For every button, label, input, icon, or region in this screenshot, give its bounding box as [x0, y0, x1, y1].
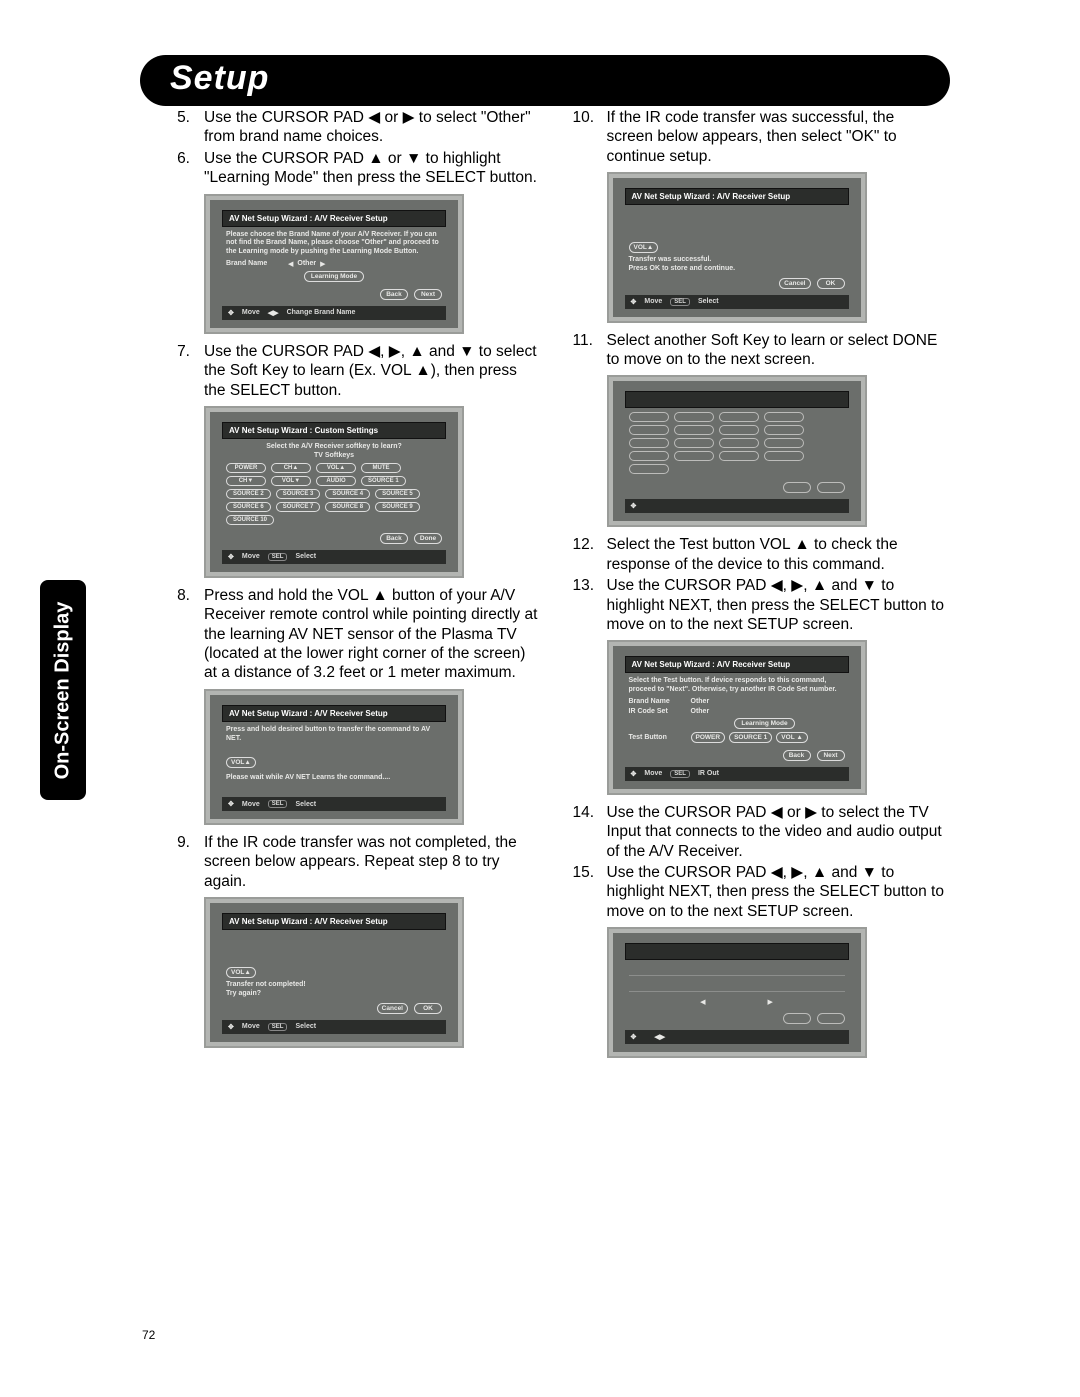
screenshot-not-completed: AV Net Setup Wizard : A/V Receiver Setup… — [204, 897, 543, 1048]
back-button[interactable]: Back — [380, 533, 408, 544]
screenshot-learning: AV Net Setup Wizard : A/V Receiver Setup… — [204, 689, 543, 825]
learning-mode-button[interactable]: Learning Mode — [734, 718, 794, 729]
left-arrow-icon: ◀ — [368, 108, 380, 127]
softkey-button[interactable]: POWER — [226, 463, 266, 473]
screenshot-softkeys: AV Net Setup Wizard : Custom Settings Se… — [204, 406, 543, 578]
down-arrow-icon: ▼ — [406, 149, 421, 168]
up-arrow-icon: ▲ — [368, 149, 383, 168]
softkey-button[interactable]: CH▼ — [226, 476, 266, 486]
step-7: 7. Use the CURSOR PAD ◀, ▶, ▲ and ▼ to s… — [170, 342, 543, 400]
softkey-button[interactable]: SOURCE 3 — [276, 489, 321, 499]
chapter-title: Setup — [140, 55, 950, 106]
vol-up-button[interactable]: VOL▲ — [629, 242, 659, 253]
softkey-grid: POWER CH▲ VOL▲ MUTE CH▼ VOL▼ AUDIO SOURC… — [226, 463, 442, 525]
test-source1-button[interactable]: SOURCE 1 — [729, 732, 772, 743]
step-13: 13. Use the CURSOR PAD ◀, ▶, ▲ and ▼ to … — [573, 576, 946, 634]
step-5: 5. Use the CURSOR PAD ◀ or ▶ to select "… — [170, 108, 543, 147]
vol-up-button[interactable]: VOL▲ — [226, 757, 256, 768]
step-14: 14. Use the CURSOR PAD ◀ or ▶ to select … — [573, 803, 946, 861]
test-power-button[interactable]: POWER — [691, 732, 726, 743]
cancel-button[interactable]: Cancel — [779, 278, 810, 289]
screenshot-successful: AV Net Setup Wizard : A/V Receiver Setup… — [607, 172, 946, 323]
next-button[interactable]: Next — [414, 289, 442, 300]
back-button[interactable]: Back — [380, 289, 408, 300]
step-12: 12. Select the Test button VOL ▲ to chec… — [573, 535, 946, 574]
step-6: 6. Use the CURSOR PAD ▲ or ▼ to highligh… — [170, 149, 543, 188]
page-content: 5. Use the CURSOR PAD ◀ or ▶ to select "… — [170, 108, 945, 1337]
learning-mode-button[interactable]: Learning Mode — [304, 271, 364, 282]
step-10: 10. If the IR code transfer was successf… — [573, 108, 946, 166]
softkey-button[interactable]: SOURCE 10 — [226, 515, 274, 525]
ok-button[interactable]: OK — [414, 1003, 442, 1014]
softkey-button[interactable]: SOURCE 5 — [375, 489, 420, 499]
screenshot-tv-input: . ◀.▶ .. ✥.◀▶. — [607, 927, 946, 1058]
left-column: 5. Use the CURSOR PAD ◀ or ▶ to select "… — [170, 108, 543, 1066]
softkey-button[interactable]: VOL▼ — [271, 476, 311, 486]
softkey-button[interactable]: MUTE — [361, 463, 401, 473]
right-arrow-icon: ▶ — [403, 108, 415, 127]
vol-up-button[interactable]: VOL▲ — [226, 967, 256, 978]
back-button[interactable]: Back — [783, 750, 811, 761]
test-volup-button[interactable]: VOL ▲ — [776, 732, 807, 743]
done-button[interactable]: Done — [414, 533, 442, 544]
softkey-button[interactable]: SOURCE 2 — [226, 489, 271, 499]
softkey-button[interactable]: SOURCE 9 — [375, 502, 420, 512]
right-column: 10. If the IR code transfer was successf… — [573, 108, 946, 1066]
cancel-button[interactable]: Cancel — [377, 1003, 408, 1014]
softkey-button[interactable]: AUDIO — [316, 476, 356, 486]
screenshot-brand-select: AV Net Setup Wizard : A/V Receiver Setup… — [204, 194, 543, 334]
page-number: 72 — [142, 1328, 155, 1342]
softkey-button[interactable]: SOURCE 8 — [325, 502, 370, 512]
softkey-button[interactable]: SOURCE 4 — [325, 489, 370, 499]
step-9: 9. If the IR code transfer was not compl… — [170, 833, 543, 891]
step-8: 8. Press and hold the VOL ▲ button of yo… — [170, 586, 543, 683]
next-button[interactable]: Next — [817, 750, 845, 761]
softkey-button[interactable]: SOURCE 1 — [361, 476, 406, 486]
softkey-button[interactable]: SOURCE 7 — [276, 502, 321, 512]
softkey-button[interactable]: SOURCE 6 — [226, 502, 271, 512]
screenshot-test-button: AV Net Setup Wizard : A/V Receiver Setup… — [607, 640, 946, 795]
ok-button[interactable]: OK — [817, 278, 845, 289]
screenshot-select-another: . ... .... ..... ..... .. ✥.. — [607, 375, 946, 527]
step-15: 15. Use the CURSOR PAD ◀, ▶, ▲ and ▼ to … — [573, 863, 946, 921]
softkey-button[interactable]: CH▲ — [271, 463, 311, 473]
softkey-button[interactable]: VOL▲ — [316, 463, 356, 473]
step-11: 11. Select another Soft Key to learn or … — [573, 331, 946, 370]
section-side-tab: On-Screen Display — [40, 580, 86, 800]
